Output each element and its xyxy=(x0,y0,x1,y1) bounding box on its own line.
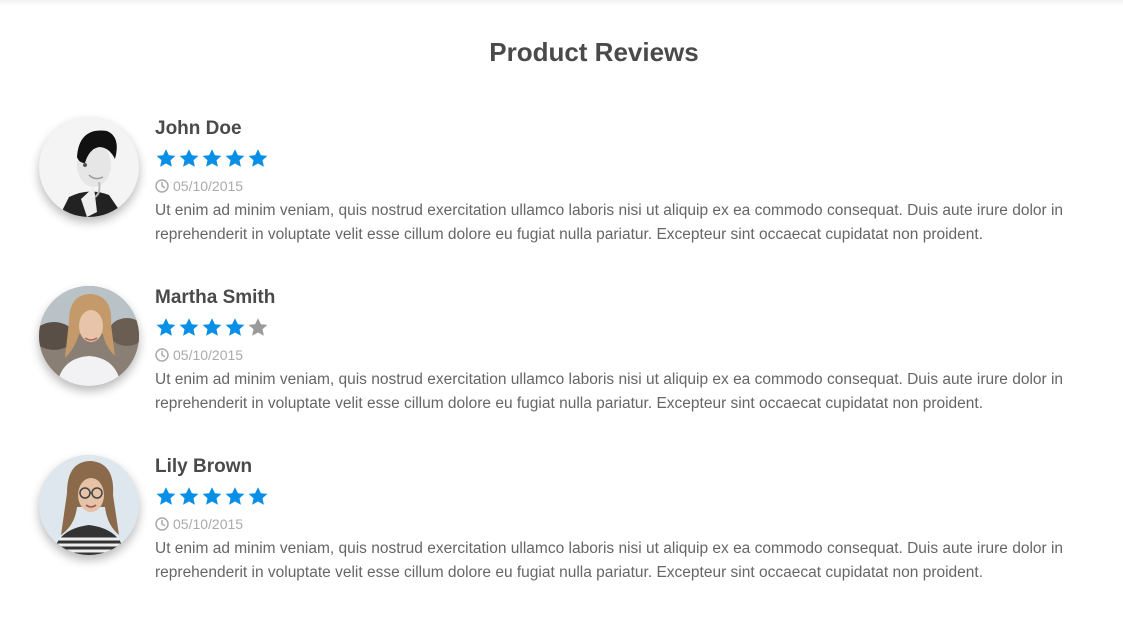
reviewer-name: Lily Brown xyxy=(155,456,253,477)
review-text: Ut enim ad minim veniam, quis nostrud ex… xyxy=(155,371,1064,412)
star-rating xyxy=(155,317,1085,337)
star-filled-icon xyxy=(248,487,268,505)
review-text: Ut enim ad minim veniam, quis nostrud ex… xyxy=(155,540,1064,581)
review-item: Lily Brown 05/10/2015 Ut enim ad minim v… xyxy=(39,455,1099,605)
star-filled-icon xyxy=(248,149,268,167)
review-date: 05/10/2015 xyxy=(155,515,1085,533)
review-date-text: 05/10/2015 xyxy=(173,178,244,194)
reviewer-name: Martha Smith xyxy=(155,287,276,308)
star-filled-icon xyxy=(179,487,199,505)
woman-portrait-blonde-icon xyxy=(39,286,139,386)
page-title: Product Reviews xyxy=(489,37,699,67)
review-date-text: 05/10/2015 xyxy=(173,347,244,363)
star-filled-icon xyxy=(202,318,222,336)
woman-portrait-glasses-icon xyxy=(39,455,139,555)
man-portrait-bw-icon xyxy=(39,117,139,217)
star-filled-icon xyxy=(179,149,199,167)
review-date: 05/10/2015 xyxy=(155,177,1085,195)
star-filled-icon xyxy=(225,318,245,336)
star-filled-icon xyxy=(179,318,199,336)
clock-icon xyxy=(155,517,169,531)
review-date-text: 05/10/2015 xyxy=(173,516,244,532)
clock-icon xyxy=(155,179,169,193)
avatar xyxy=(39,286,139,386)
star-rating xyxy=(155,148,1085,168)
star-filled-icon xyxy=(225,149,245,167)
star-filled-icon xyxy=(225,487,245,505)
review-text: Ut enim ad minim veniam, quis nostrud ex… xyxy=(155,202,1064,243)
clock-icon xyxy=(155,348,169,362)
review-date: 05/10/2015 xyxy=(155,346,1085,364)
star-filled-icon xyxy=(202,149,222,167)
avatar xyxy=(39,455,139,555)
star-rating xyxy=(155,486,1085,506)
review-item: John Doe 05/10/2015 Ut enim ad minim ven… xyxy=(39,117,1099,267)
avatar xyxy=(39,117,139,217)
top-divider xyxy=(0,0,1123,6)
star-filled-icon xyxy=(156,149,176,167)
star-filled-icon xyxy=(156,487,176,505)
star-empty-icon xyxy=(248,318,268,336)
star-filled-icon xyxy=(156,318,176,336)
star-filled-icon xyxy=(202,487,222,505)
reviewer-name: John Doe xyxy=(155,118,242,139)
review-item: Martha Smith 05/10/2015 Ut enim ad minim… xyxy=(39,286,1099,436)
